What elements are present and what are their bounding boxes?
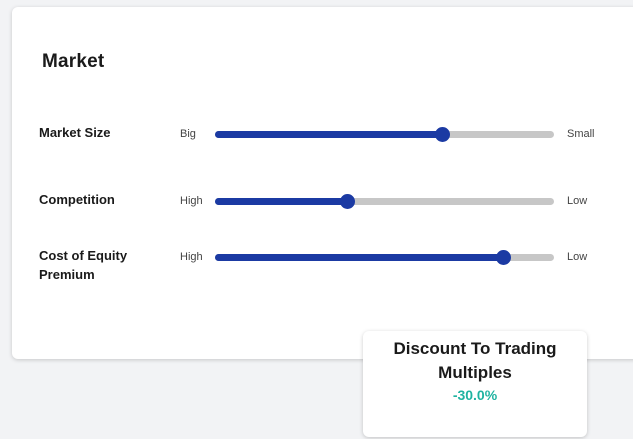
slider-thumb[interactable] xyxy=(340,194,356,209)
slider-max-label: Small xyxy=(567,128,595,140)
result-card: Discount To Trading Multiples -30.0% xyxy=(363,331,587,437)
slider-fill xyxy=(215,131,443,138)
result-title: Discount To Trading Multiples xyxy=(393,339,557,382)
result-value: -30.0% xyxy=(452,387,498,403)
market-card: Market Market Size Big Small Competition… xyxy=(12,7,633,359)
competition-slider[interactable] xyxy=(215,194,554,209)
market-size-slider[interactable] xyxy=(215,127,554,142)
slider-label: Market Size xyxy=(39,125,111,140)
slider-thumb[interactable] xyxy=(496,250,512,265)
slider-max-label: Low xyxy=(567,195,588,207)
slider-max-label: Low xyxy=(567,251,588,263)
slider-fill xyxy=(215,198,348,205)
slider-fill xyxy=(215,254,504,261)
slider-row-market-size: Market Size Big Small xyxy=(12,117,633,157)
section-title: Market xyxy=(42,51,105,72)
slider-min-label: High xyxy=(180,251,203,263)
slider-row-cost-of-equity: Cost of Equity Premium High Low xyxy=(12,244,633,284)
slider-row-competition: Competition High Low xyxy=(12,184,633,224)
cost-of-equity-slider[interactable] xyxy=(215,250,554,265)
slider-label: Cost of Equity Premium xyxy=(39,248,128,282)
slider-min-label: High xyxy=(180,195,203,207)
slider-label: Competition xyxy=(39,192,115,207)
slider-min-label: Big xyxy=(180,128,196,140)
slider-thumb[interactable] xyxy=(435,127,451,142)
